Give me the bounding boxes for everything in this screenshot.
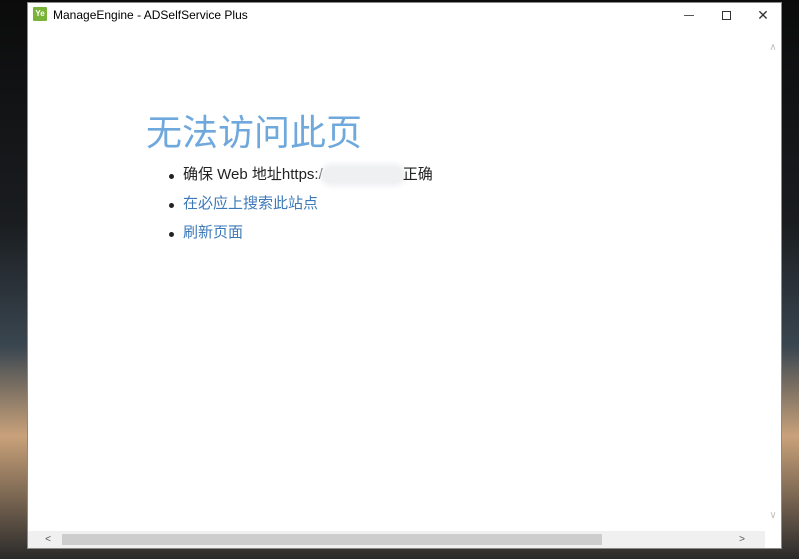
page-content: 无法访问此页 确保 Web 地址https:/ 正确 在必应上搜索此站点 刷新页面 (28, 27, 765, 531)
page-title: 无法访问此页 (146, 112, 363, 153)
maximize-icon (721, 10, 731, 20)
chevron-up-icon[interactable]: ∧ (765, 39, 781, 55)
redacted-url (322, 167, 403, 184)
scrollbar-thumb[interactable] (62, 534, 602, 545)
check-url-text: 确保 Web 地址https:/ (183, 166, 323, 183)
window-title: ManageEngine - ADSelfService Plus (53, 8, 248, 22)
chevron-right-icon[interactable]: > (734, 531, 750, 548)
list-item: 刷新页面 (165, 223, 433, 252)
chevron-left-icon[interactable]: < (40, 531, 56, 548)
suggestion-list: 确保 Web 地址https:/ 正确 在必应上搜索此站点 刷新页面 (165, 165, 433, 252)
refresh-page-link[interactable]: 刷新页面 (183, 224, 243, 241)
horizontal-scrollbar[interactable]: < > (28, 531, 765, 548)
close-button[interactable]: ✕ (745, 3, 781, 27)
maximize-button[interactable] (708, 3, 744, 27)
browser-window: Ye ManageEngine - ADSelfService Plus ✕ 无… (28, 3, 781, 548)
list-item: 在必应上搜索此站点 (165, 194, 433, 223)
vertical-scrollbar[interactable]: ∧ ∨ (765, 27, 781, 531)
list-item: 确保 Web 地址https:/ 正确 (165, 165, 433, 194)
search-bing-link[interactable]: 在必应上搜索此站点 (183, 195, 318, 212)
title-bar[interactable]: Ye ManageEngine - ADSelfService Plus ✕ (28, 3, 781, 27)
close-icon: ✕ (757, 6, 769, 23)
check-url-suffix: 正确 (402, 166, 433, 183)
minimize-icon (684, 14, 694, 16)
minimize-button[interactable] (671, 3, 707, 27)
chevron-down-icon[interactable]: ∨ (765, 507, 781, 523)
app-icon: Ye (33, 7, 47, 21)
